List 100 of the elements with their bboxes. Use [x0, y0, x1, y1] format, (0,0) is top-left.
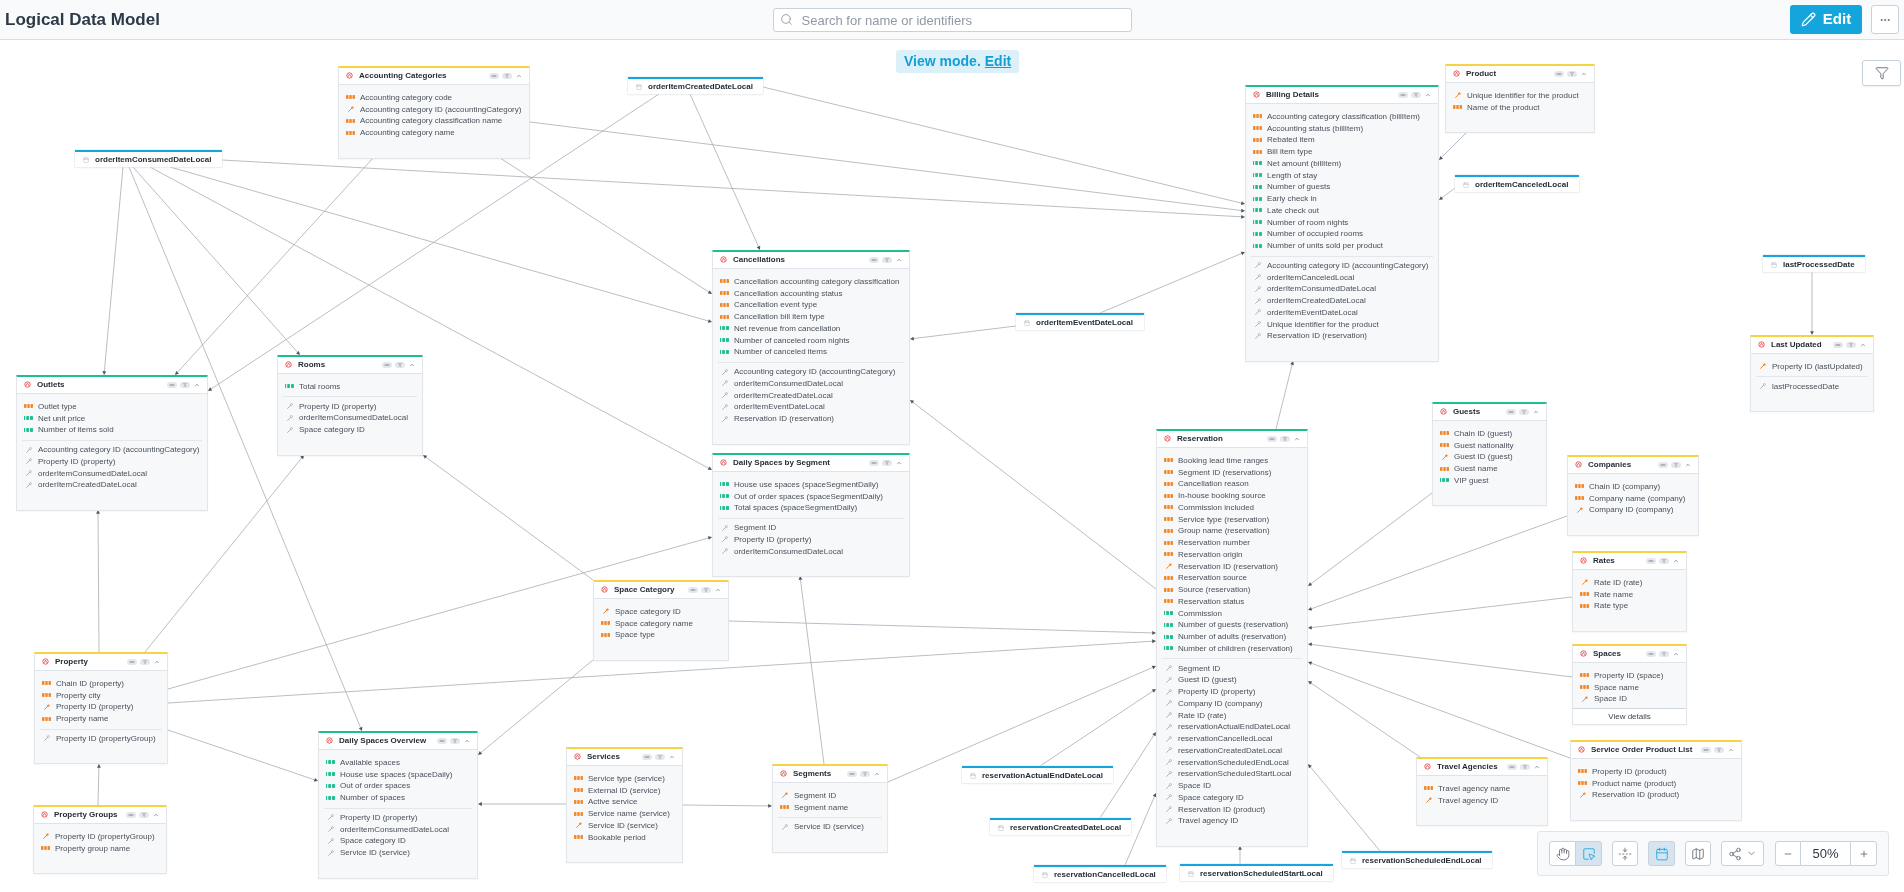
filter-icon[interactable] [1671, 461, 1681, 468]
dataset-card[interactable]: Space Category Space category ID Space category name Space type [593, 580, 729, 661]
key-icon [1165, 712, 1172, 719]
share-menu-button[interactable] [1721, 841, 1764, 866]
chevron-up-icon[interactable] [153, 811, 159, 818]
dataset-card[interactable]: Services Service type (service) External ID (service) Active service Service name (service) Service ID (service) Bookable period [566, 747, 683, 863]
dataset-card[interactable]: Last Updated Property ID (lastUpdated) lastProcessedDate [1750, 335, 1874, 412]
filter-icon[interactable] [450, 737, 460, 744]
dataset-card[interactable]: Product Unique identifier for the product Name of the product [1445, 64, 1595, 133]
filter-icon[interactable] [502, 72, 512, 79]
filter-icon[interactable] [1846, 341, 1856, 348]
tool-button[interactable] [1549, 841, 1576, 866]
field-label: Service ID (service) [588, 820, 658, 830]
filter-icon[interactable] [701, 586, 711, 593]
chevron-up-icon[interactable] [715, 586, 721, 593]
search-field[interactable]: Search for name or identifiers [772, 8, 1132, 32]
chevron-up-icon[interactable] [1425, 91, 1431, 98]
view-details-button[interactable]: View details [1573, 707, 1686, 724]
number-type-icon [1253, 243, 1262, 248]
filter-icon[interactable] [395, 361, 405, 368]
filter-button[interactable] [1862, 60, 1901, 86]
toolbar-button[interactable] [1612, 841, 1639, 866]
date-dataset-card[interactable]: reservationCreatedDateLocal [990, 818, 1131, 835]
tool-button[interactable] [1575, 841, 1602, 866]
date-dataset-card[interactable]: reservationScheduledEndLocal [1342, 851, 1492, 868]
chevron-up-icon[interactable] [154, 658, 160, 665]
date-dataset-card[interactable]: reservationCancelledLocal [1034, 865, 1166, 882]
field-label: Company ID (company) [1589, 505, 1674, 515]
dataset-card[interactable]: Rooms Total rooms Property ID (property) orderItemConsumedDateLocal Space category ID [277, 355, 423, 456]
chevron-up-icon[interactable] [896, 459, 902, 466]
date-dataset-card[interactable]: orderItemCreatedDateLocal [628, 77, 763, 94]
filter-icon[interactable] [1659, 557, 1669, 564]
filter-icon[interactable] [882, 256, 892, 263]
date-dataset-card[interactable]: reservationScheduledStartLocal [1180, 864, 1333, 881]
dataset-card[interactable]: Service Order Product List Property ID (product) Product name (product) Reservation ID (product) [1570, 740, 1742, 821]
chevron-up-icon[interactable] [1581, 70, 1587, 77]
dataset-card[interactable]: Rates Rate ID (rate) Rate name Rate type [1572, 551, 1687, 632]
filter-icon[interactable] [1714, 746, 1724, 753]
text-type-icon [574, 788, 583, 793]
filter-icon[interactable] [655, 753, 665, 760]
chevron-up-icon[interactable] [669, 753, 675, 760]
chevron-up-icon[interactable] [1673, 557, 1679, 564]
filter-icon[interactable] [882, 459, 892, 466]
filter-icon[interactable] [860, 770, 870, 777]
date-dataset-card[interactable]: orderItemCanceledLocal [1455, 175, 1579, 192]
chevron-up-icon[interactable] [896, 256, 902, 263]
date-dataset-card[interactable]: orderItemConsumedDateLocal [75, 150, 222, 167]
dataset-card[interactable]: Daily Spaces Overview Available spaces House use spaces (spaceDaily) Out of order spaces Number of spaces Property ID (property) orderItemConsumedDateLocal Space category ID Service ID (service) [318, 731, 478, 879]
dataset-card[interactable]: Outlets Outlet type Net unit price Number of items sold Accounting category ID (accountingCategory) Property ID (property) orderItemConsumedDateLocal orderItemCreatedDateLocal [16, 375, 208, 511]
dataset-icon [1453, 70, 1460, 78]
chevron-up-icon[interactable] [1534, 763, 1540, 770]
chevron-up-icon[interactable] [1860, 341, 1866, 348]
filter-icon[interactable] [139, 811, 149, 818]
zoom-out-button[interactable] [1775, 841, 1801, 866]
field-label: Service ID (service) [340, 848, 410, 858]
chevron-up-icon[interactable] [1294, 435, 1300, 442]
dataset-title: Space Category [614, 585, 676, 595]
key-icon [286, 426, 293, 433]
filter-icon[interactable] [1659, 650, 1669, 657]
dataset-card[interactable]: Spaces Property ID (space) Space name Space ID View details [1572, 644, 1687, 725]
dataset-card[interactable]: Companies Chain ID (company) Company name (company) Company ID (company) [1567, 455, 1699, 536]
number-type-icon [326, 760, 335, 765]
dataset-card[interactable]: Segments Segment ID Segment name Service ID (service) [772, 764, 888, 853]
filter-icon[interactable] [1280, 435, 1290, 442]
chevron-up-icon[interactable] [194, 381, 200, 388]
dataset-card[interactable]: Property Chain ID (property) Property city Property ID (property) Property name Property ID (propertyGroup) [34, 652, 168, 765]
chevron-up-icon[interactable] [1533, 408, 1539, 415]
dataset-card[interactable]: Travel Agencies Travel agency name Travel agency ID [1416, 757, 1548, 826]
chevron-up-icon[interactable] [1685, 461, 1691, 468]
toolbar-button[interactable] [1648, 841, 1675, 866]
filter-icon[interactable] [1519, 408, 1529, 415]
date-dataset-card[interactable]: lastProcessedDate [1763, 255, 1865, 272]
dataset-card[interactable]: Accounting Categories Accounting category code Accounting category ID (accountingCategory) Accounting category classification name Accounting category name [338, 66, 530, 159]
date-dataset-card[interactable]: orderItemEventDateLocal [1016, 313, 1144, 330]
chevron-up-icon[interactable] [464, 737, 470, 744]
text-type-icon [1164, 587, 1173, 592]
date-dataset-card[interactable]: reservationActualEndDateLocal [962, 766, 1113, 783]
dataset-card[interactable]: Guests Chain ID (guest) Guest nationality Guest ID (guest) Guest name VIP guest [1432, 402, 1547, 507]
dataset-card[interactable] [1156, 429, 1308, 847]
dataset-card[interactable] [712, 250, 910, 445]
chevron-up-icon[interactable] [1728, 746, 1734, 753]
more-button[interactable] [1871, 5, 1899, 34]
field-label: Number of canceled items [734, 347, 827, 357]
dataset-card[interactable] [1245, 85, 1439, 362]
chevron-up-icon[interactable] [516, 72, 522, 79]
chevron-up-icon[interactable] [1673, 650, 1679, 657]
zoom-in-button[interactable] [1850, 841, 1877, 866]
filter-icon[interactable] [1520, 763, 1530, 770]
filter-icon[interactable] [1411, 91, 1421, 98]
chevron-up-icon[interactable] [409, 361, 415, 368]
filter-icon[interactable] [180, 381, 190, 388]
text-type-icon [1580, 592, 1589, 597]
dataset-title: Service Order Product List [1591, 745, 1694, 755]
chevron-up-icon[interactable] [874, 770, 880, 777]
cursor-icon [1581, 846, 1596, 861]
toolbar-button[interactable] [1684, 841, 1712, 866]
dataset-card[interactable]: Daily Spaces by Segment House use spaces (spaceSegmentDaily) Out of order spaces (spaceSegmentDaily) Total spaces (spaceSegmentDaily) Segment ID Property ID (property) orderItemConsumedDateLocal [712, 453, 910, 577]
filter-icon[interactable] [140, 658, 150, 665]
dataset-card[interactable]: Property Groups Property ID (propertyGroup) Property group name [33, 805, 167, 874]
filter-icon[interactable] [1567, 70, 1577, 77]
